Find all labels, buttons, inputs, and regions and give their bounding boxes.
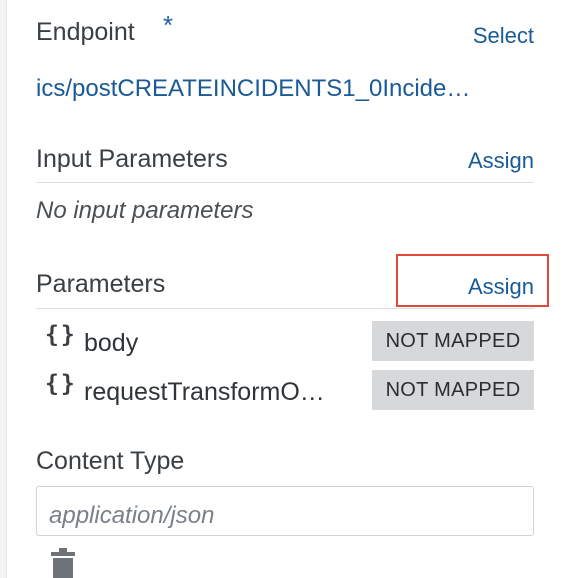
parameter-row-body[interactable]: {} body NOT MAPPED (36, 321, 534, 363)
content-type-field-wrapper (36, 486, 534, 536)
braces-icon: {} (45, 371, 77, 397)
parameter-name: body (84, 329, 139, 357)
no-input-parameters-text: No input parameters (36, 197, 254, 224)
content-type-label: Content Type (36, 447, 185, 475)
parameters-label: Parameters (36, 270, 166, 298)
parameter-name: requestTransformO… (84, 378, 325, 406)
braces-icon: {} (45, 322, 77, 348)
endpoint-label: Endpoint (36, 18, 135, 46)
panel-left-border (0, 0, 7, 578)
required-marker: * (163, 10, 174, 40)
properties-panel: Endpoint * Select ics/postCREATEINCIDENT… (36, 0, 549, 578)
status-badge: NOT MAPPED (372, 370, 534, 410)
input-parameters-divider (36, 182, 534, 183)
assign-input-parameters-link[interactable]: Assign (468, 148, 534, 174)
assign-parameters-link[interactable]: Assign (468, 274, 534, 300)
parameters-divider (36, 308, 534, 309)
parameter-row-request-transform[interactable]: {} requestTransformO… NOT MAPPED (36, 370, 534, 412)
input-parameters-label: Input Parameters (36, 145, 228, 173)
status-badge: NOT MAPPED (372, 321, 534, 361)
content-type-input[interactable] (47, 501, 531, 531)
trash-icon[interactable] (50, 548, 76, 578)
endpoint-value-link[interactable]: ics/postCREATEINCIDENTS1_0Incide… (36, 75, 534, 103)
select-endpoint-link[interactable]: Select (473, 23, 534, 49)
